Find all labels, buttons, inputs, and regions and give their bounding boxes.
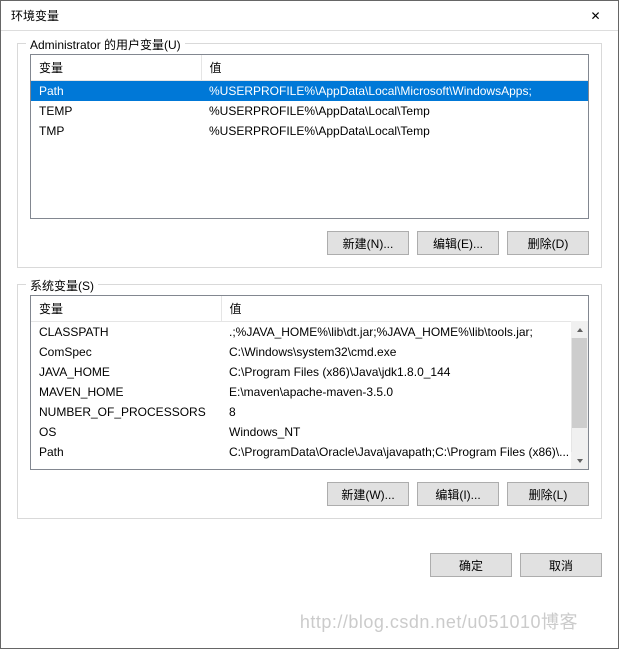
table-row[interactable]: JAVA_HOME C:\Program Files (x86)\Java\jd… (31, 362, 588, 382)
ok-button[interactable]: 确定 (430, 553, 512, 577)
cell-name: ComSpec (31, 342, 221, 362)
user-new-button[interactable]: 新建(N)... (327, 231, 409, 255)
user-variables-group: Administrator 的用户变量(U) 变量 值 Path %USERPR… (17, 43, 602, 268)
user-delete-button[interactable]: 删除(D) (507, 231, 589, 255)
sys-group-label: 系统变量(S) (26, 277, 98, 294)
table-row[interactable]: TMP %USERPROFILE%\AppData\Local\Temp (31, 121, 588, 141)
user-col-value[interactable]: 值 (201, 55, 588, 81)
sys-edit-button[interactable]: 编辑(I)... (417, 482, 499, 506)
cell-value: C:\Program Files (x86)\Java\jdk1.8.0_144 (221, 362, 588, 382)
cell-name: JAVA_HOME (31, 362, 221, 382)
close-button[interactable]: ✕ (573, 1, 618, 31)
sys-delete-button[interactable]: 删除(L) (507, 482, 589, 506)
table-row[interactable]: Path %USERPROFILE%\AppData\Local\Microso… (31, 81, 588, 102)
cell-value: .;%JAVA_HOME%\lib\dt.jar;%JAVA_HOME%\lib… (221, 322, 588, 343)
dialog-content: Administrator 的用户变量(U) 变量 值 Path %USERPR… (1, 31, 618, 545)
cell-value: %USERPROFILE%\AppData\Local\Microsoft\Wi… (201, 81, 588, 102)
environment-variables-dialog: 环境变量 ✕ Administrator 的用户变量(U) 变量 值 (0, 0, 619, 649)
user-group-label: Administrator 的用户变量(U) (26, 36, 185, 53)
cell-value: 8 (221, 402, 588, 422)
table-row[interactable]: CLASSPATH .;%JAVA_HOME%\lib\dt.jar;%JAVA… (31, 322, 588, 343)
table-row[interactable]: MAVEN_HOME E:\maven\apache-maven-3.5.0 (31, 382, 588, 402)
cancel-button[interactable]: 取消 (520, 553, 602, 577)
cell-name: Path (31, 442, 221, 462)
user-edit-button[interactable]: 编辑(E)... (417, 231, 499, 255)
user-variables-table[interactable]: 变量 值 Path %USERPROFILE%\AppData\Local\Mi… (30, 54, 589, 219)
cell-name: TEMP (31, 101, 201, 121)
table-row[interactable]: Path C:\ProgramData\Oracle\Java\javapath… (31, 442, 588, 462)
close-icon: ✕ (590, 9, 600, 23)
user-col-name[interactable]: 变量 (31, 55, 201, 81)
cell-value: C:\ProgramData\Oracle\Java\javapath;C:\P… (221, 442, 588, 462)
sys-buttons-row: 新建(W)... 编辑(I)... 删除(L) (30, 482, 589, 506)
titlebar: 环境变量 ✕ (1, 1, 618, 31)
cell-name: CLASSPATH (31, 322, 221, 343)
cell-value: Windows_NT (221, 422, 588, 442)
table-row[interactable]: TEMP %USERPROFILE%\AppData\Local\Temp (31, 101, 588, 121)
scrollbar[interactable] (571, 321, 588, 469)
window-title: 环境变量 (1, 7, 573, 24)
cell-value: E:\maven\apache-maven-3.5.0 (221, 382, 588, 402)
table-row[interactable]: ComSpec C:\Windows\system32\cmd.exe (31, 342, 588, 362)
cell-name: OS (31, 422, 221, 442)
scroll-up-icon[interactable] (571, 321, 588, 338)
cell-name: Path (31, 81, 201, 102)
system-variables-table[interactable]: 变量 值 CLASSPATH .;%JAVA_HOME%\lib\dt.jar;… (30, 295, 589, 470)
table-row[interactable]: OS Windows_NT (31, 422, 588, 442)
sys-new-button[interactable]: 新建(W)... (327, 482, 409, 506)
cell-name: MAVEN_HOME (31, 382, 221, 402)
dialog-buttons: 确定 取消 (1, 545, 618, 591)
scroll-thumb[interactable] (572, 338, 587, 428)
system-variables-group: 系统变量(S) 变量 值 CLASSPATH .;%JAVA_HOME%\lib… (17, 284, 602, 519)
cell-name: TMP (31, 121, 201, 141)
cell-value: %USERPROFILE%\AppData\Local\Temp (201, 121, 588, 141)
watermark-text: http://blog.csdn.net/u051010博客 (1, 608, 618, 634)
scroll-down-icon[interactable] (571, 452, 588, 469)
sys-col-value[interactable]: 值 (221, 296, 588, 322)
cell-value: %USERPROFILE%\AppData\Local\Temp (201, 101, 588, 121)
table-row[interactable]: NUMBER_OF_PROCESSORS 8 (31, 402, 588, 422)
sys-col-name[interactable]: 变量 (31, 296, 221, 322)
cell-name: NUMBER_OF_PROCESSORS (31, 402, 221, 422)
user-buttons-row: 新建(N)... 编辑(E)... 删除(D) (30, 231, 589, 255)
cell-value: C:\Windows\system32\cmd.exe (221, 342, 588, 362)
